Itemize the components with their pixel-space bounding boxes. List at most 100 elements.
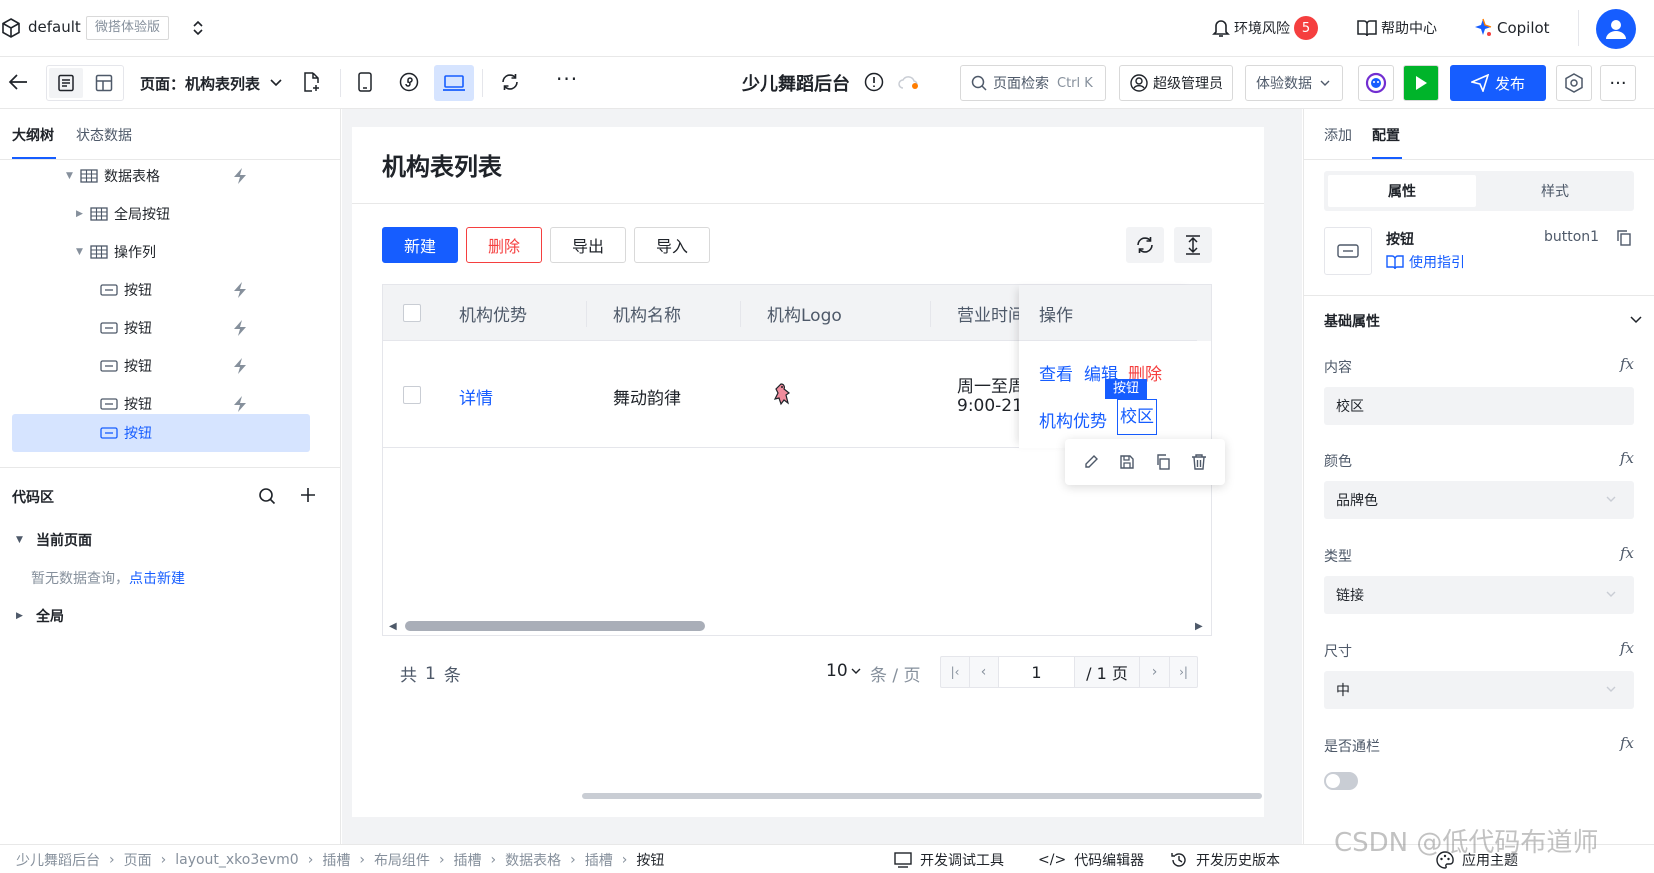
import-button[interactable]: 导入 <box>634 227 710 263</box>
preview-play-icon[interactable] <box>1403 65 1439 101</box>
campus-link-selected[interactable]: 校区 <box>1117 399 1157 435</box>
tab-outline-tree[interactable]: 大纲树 <box>12 125 54 145</box>
outline-view-icon[interactable] <box>49 68 83 98</box>
tree-node-data-table[interactable]: ▼ 数据表格 <box>66 158 160 194</box>
avatar[interactable] <box>1596 9 1636 49</box>
tab-add[interactable]: 添加 <box>1324 125 1352 145</box>
tab-config[interactable]: 配置 <box>1372 125 1400 145</box>
chevron-down-icon[interactable] <box>1630 316 1642 324</box>
mobile-icon[interactable] <box>358 72 372 92</box>
tree-node-button[interactable]: 按钮 <box>100 310 152 346</box>
export-button[interactable]: 导出 <box>550 227 626 263</box>
new-button[interactable]: 新建 <box>382 227 458 263</box>
subtab-properties[interactable]: 属性 <box>1328 175 1476 207</box>
breadcrumb-item[interactable]: layout_xko3evm0 <box>175 852 299 868</box>
fx-icon[interactable]: fx <box>1620 639 1634 657</box>
color-select[interactable]: 品牌色 <box>1324 481 1634 519</box>
last-page-icon[interactable]: ›| <box>1169 657 1197 687</box>
copy-icon[interactable] <box>1616 229 1632 247</box>
layout-view-icon[interactable] <box>87 68 121 98</box>
type-select[interactable]: 链接 <box>1324 576 1634 614</box>
canvas-scrollbar[interactable] <box>582 793 1262 799</box>
miniprogram-icon[interactable] <box>399 72 419 92</box>
breadcrumb-item[interactable]: 少儿舞蹈后台 <box>16 850 100 870</box>
data-source-select[interactable]: 体验数据 <box>1245 65 1343 101</box>
select-all-checkbox[interactable] <box>403 304 421 322</box>
fx-icon[interactable]: fx <box>1620 449 1634 467</box>
trash-icon[interactable] <box>1191 454 1207 470</box>
breadcrumb-item[interactable]: 数据表格 <box>505 850 561 870</box>
fx-icon[interactable]: fx <box>1620 544 1634 562</box>
save-icon[interactable] <box>1119 454 1135 470</box>
refresh-icon[interactable] <box>500 72 520 92</box>
current-page-input[interactable]: 1 <box>998 657 1075 687</box>
breadcrumb-item[interactable]: 布局组件 <box>374 850 430 870</box>
add-page-icon[interactable] <box>302 72 320 92</box>
row-height-icon[interactable] <box>1174 227 1212 263</box>
role-selector[interactable]: 超级管理员 <box>1119 65 1233 101</box>
help-center[interactable]: 帮助中心 <box>1357 16 1437 40</box>
breadcrumb-item[interactable]: 页面 <box>124 850 152 870</box>
publish-button[interactable]: 发布 <box>1450 65 1546 101</box>
next-page-icon[interactable]: › <box>1139 657 1169 687</box>
block-toggle[interactable] <box>1324 772 1358 790</box>
more-icon[interactable]: ··· <box>1600 65 1636 101</box>
size-select[interactable]: 中 <box>1324 671 1634 709</box>
search-icon[interactable] <box>258 487 276 505</box>
tree-node-action-column[interactable]: ▼ 操作列 <box>76 234 156 270</box>
scroll-left-icon[interactable]: ◀ <box>389 621 397 632</box>
dev-tools-button[interactable]: 开发调试工具 <box>894 850 1004 870</box>
tree-node-button[interactable]: 按钮 <box>100 348 152 384</box>
page-size-select[interactable]: 10 <box>826 661 861 681</box>
horizontal-scrollbar-thumb[interactable] <box>405 621 705 631</box>
lightning-icon[interactable] <box>232 281 248 299</box>
usage-guide-link[interactable]: 使用指引 <box>1386 252 1465 272</box>
breadcrumb-item[interactable]: 按钮 <box>636 850 664 870</box>
tree-node-button[interactable]: 按钮 <box>100 272 152 308</box>
first-page-icon[interactable]: |‹ <box>941 657 969 687</box>
ai-assistant-icon[interactable] <box>1358 65 1394 101</box>
global-group[interactable]: ▶ 全局 <box>16 606 64 626</box>
breadcrumb-item[interactable]: 插槽 <box>585 850 613 870</box>
delete-button[interactable]: 删除 <box>466 227 542 263</box>
create-query-link[interactable]: 点击新建 <box>129 568 185 588</box>
add-icon[interactable] <box>300 487 316 503</box>
content-input[interactable]: 校区 <box>1324 387 1634 425</box>
app-name[interactable]: default <box>28 18 81 36</box>
prev-page-icon[interactable]: ‹ <box>969 657 997 687</box>
code-editor-button[interactable]: </> 代码编辑器 <box>1038 850 1144 870</box>
lightning-icon[interactable] <box>232 319 248 337</box>
edit-pencil-icon[interactable] <box>1083 454 1099 470</box>
row-checkbox[interactable] <box>403 386 421 404</box>
tree-node-global-buttons[interactable]: ▶ 全局按钮 <box>76 196 170 232</box>
basic-props-section[interactable]: 基础属性 <box>1324 311 1380 331</box>
breadcrumb-item[interactable]: 插槽 <box>322 850 350 870</box>
tab-state-data[interactable]: 状态数据 <box>76 125 132 145</box>
view-link[interactable]: 查看 <box>1039 360 1073 385</box>
settings-icon[interactable] <box>1556 65 1592 101</box>
cloud-status-icon[interactable] <box>898 74 920 90</box>
lightning-icon[interactable] <box>232 167 248 185</box>
scroll-right-icon[interactable]: ▶ <box>1195 621 1203 632</box>
subtab-style[interactable]: 样式 <box>1480 175 1630 207</box>
fx-icon[interactable]: fx <box>1620 734 1634 752</box>
env-risk[interactable]: 环境风险 5 <box>1212 16 1318 40</box>
desktop-icon[interactable] <box>434 65 474 101</box>
page-search-input[interactable]: 页面检索 Ctrl K <box>960 65 1106 101</box>
copy-icon[interactable] <box>1155 454 1171 470</box>
history-button[interactable]: 开发历史版本 <box>1170 850 1280 870</box>
lightning-icon[interactable] <box>232 395 248 413</box>
breadcrumb-item[interactable]: 插槽 <box>454 850 482 870</box>
copilot-button[interactable]: Copilot <box>1473 16 1550 40</box>
more-icon[interactable]: ··· <box>556 67 578 91</box>
info-icon[interactable] <box>864 72 884 92</box>
switch-app-icon[interactable] <box>192 20 204 36</box>
current-page-group[interactable]: ▼ 当前页面 <box>16 530 92 550</box>
refresh-table-icon[interactable] <box>1126 227 1164 263</box>
tree-node-button-selected[interactable]: 按钮 <box>100 415 152 451</box>
fx-icon[interactable]: fx <box>1620 355 1634 373</box>
back-arrow-icon[interactable] <box>8 73 28 91</box>
page-selector[interactable]: 页面：机构表列表 <box>140 71 282 95</box>
lightning-icon[interactable] <box>232 357 248 375</box>
advantage-link[interactable]: 机构优势 <box>1039 407 1107 432</box>
